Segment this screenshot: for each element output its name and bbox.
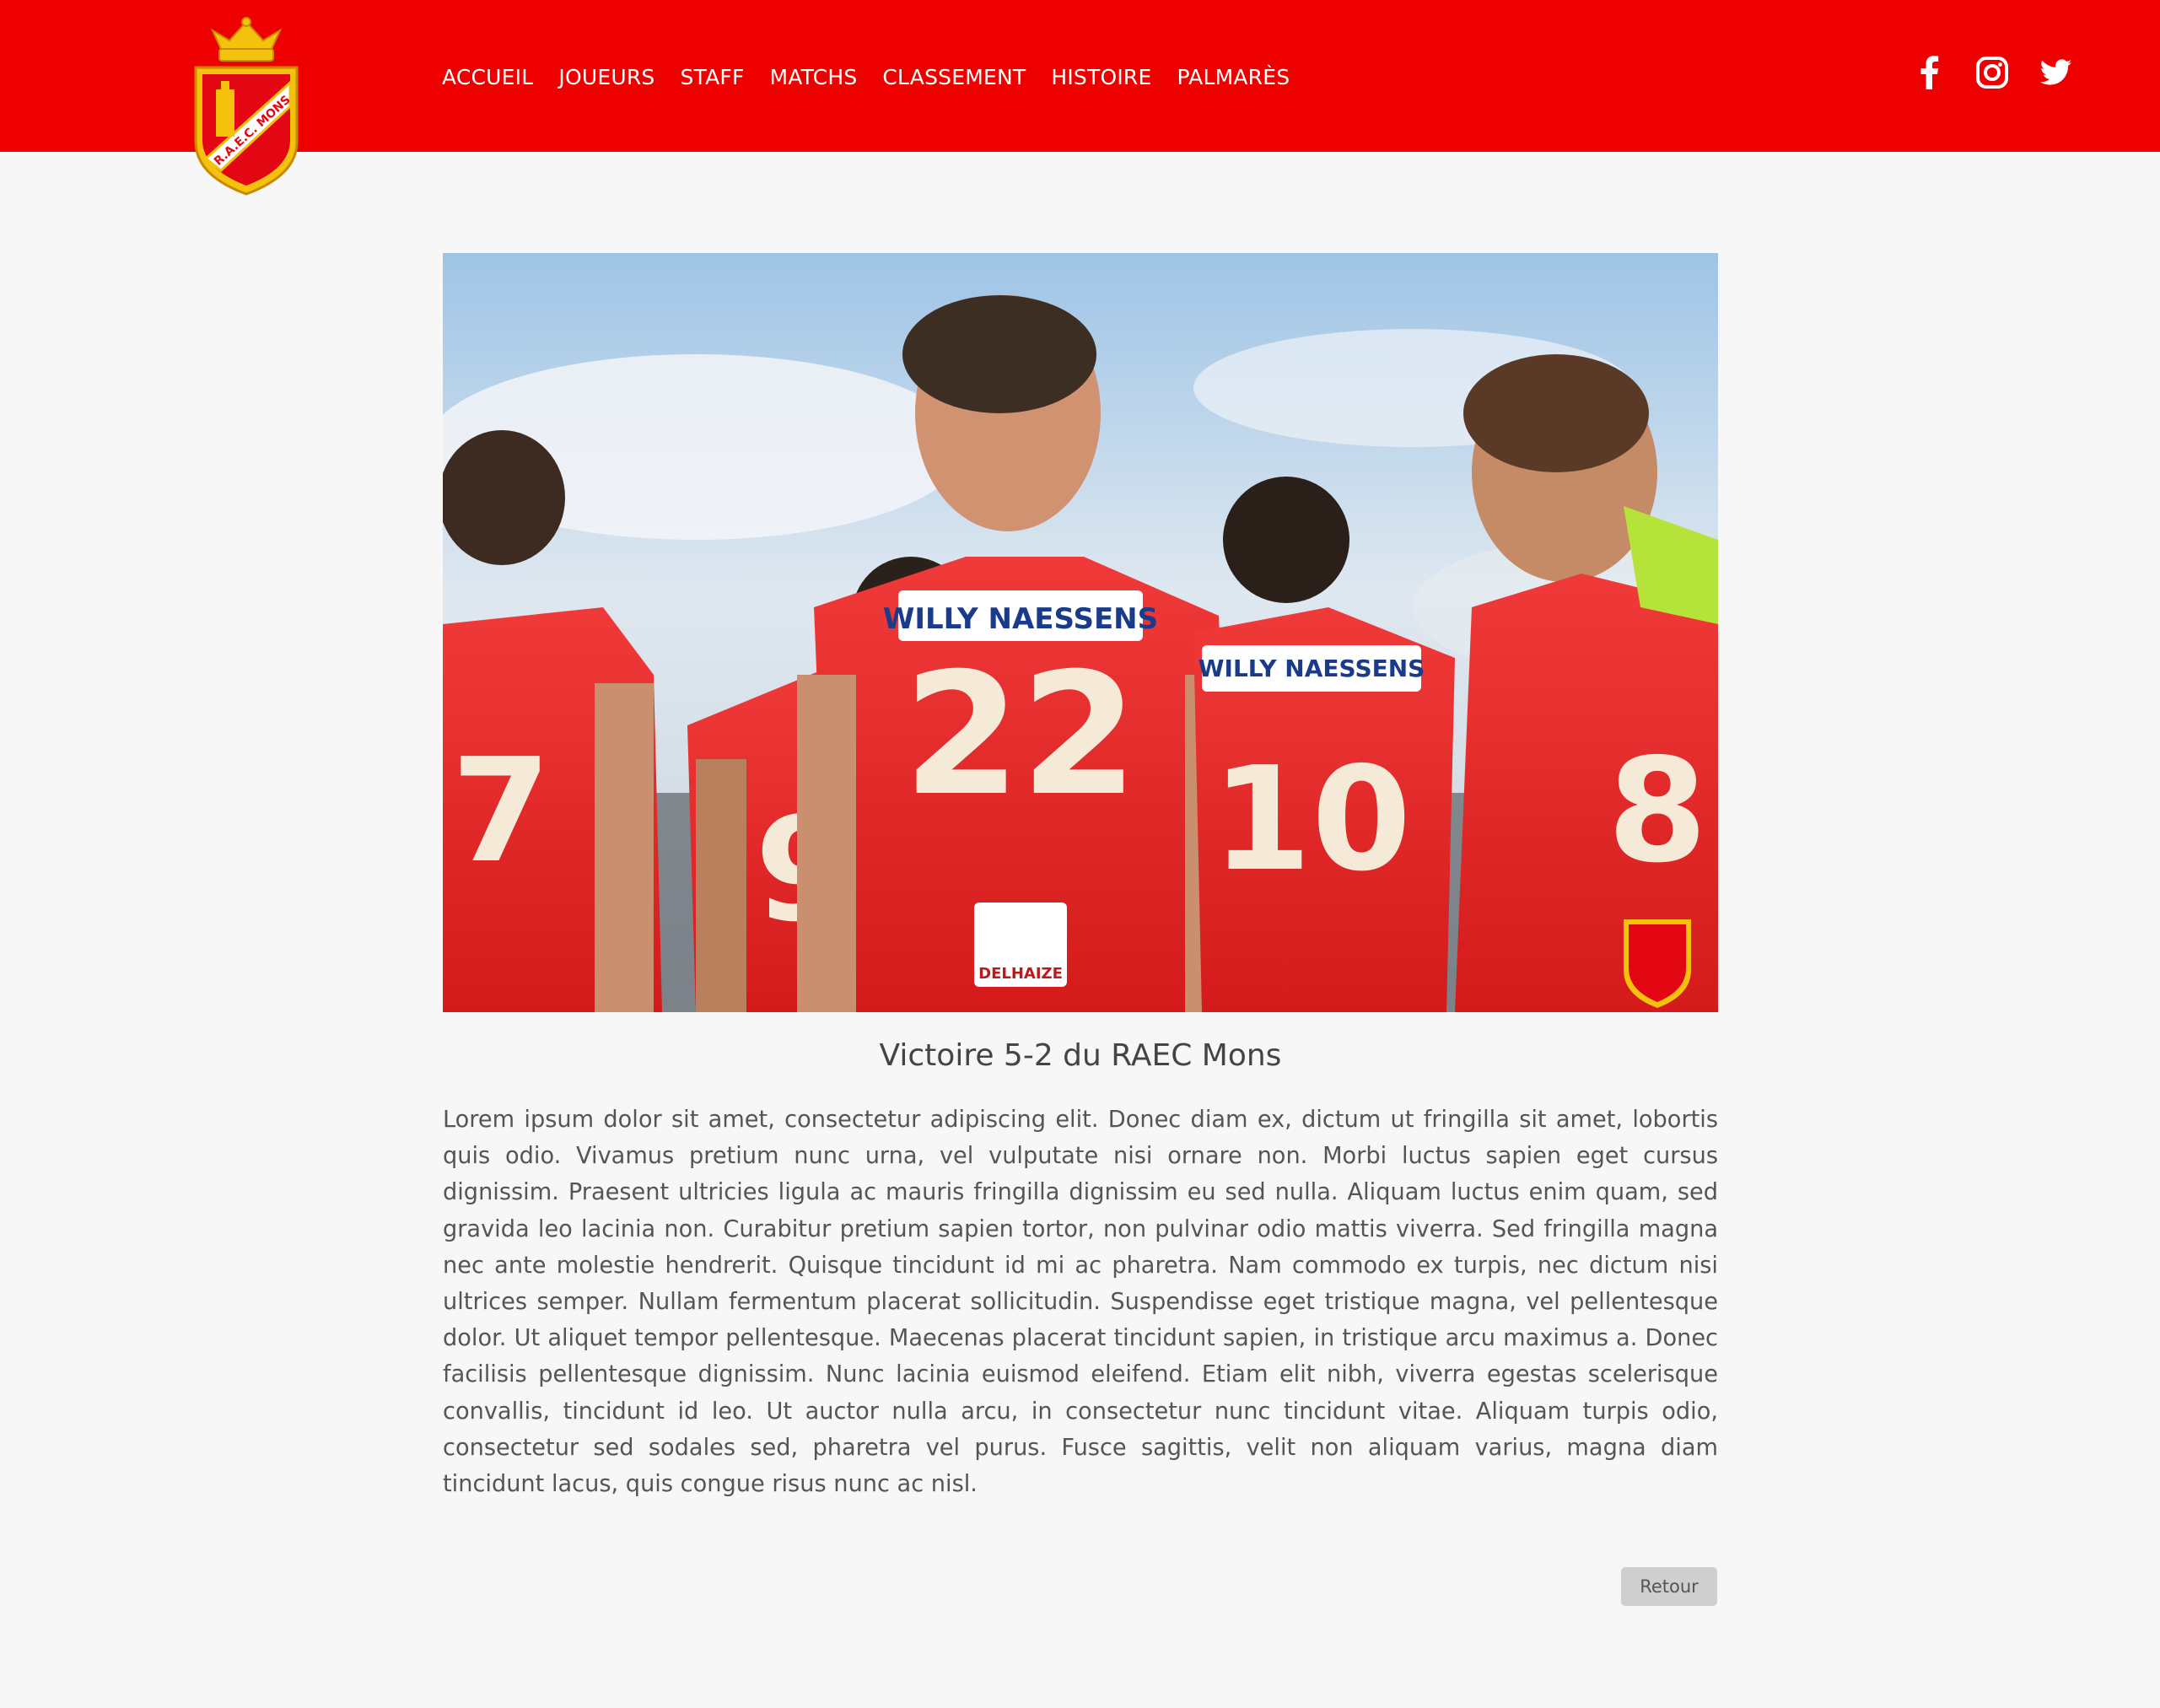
nav-item-palmares[interactable]: PALMARÈS <box>1177 59 1290 96</box>
facebook-link[interactable] <box>1910 52 1950 93</box>
svg-text:22: 22 <box>903 637 1138 833</box>
nav-item-classement[interactable]: CLASSEMENT <box>882 59 1026 96</box>
nav-item-histoire[interactable]: HISTOIRE <box>1051 59 1151 96</box>
svg-text:WILLY NAESSENS: WILLY NAESSENS <box>1199 655 1425 682</box>
svg-text:WILLY NAESSENS: WILLY NAESSENS <box>883 602 1158 636</box>
nav-item-accueil[interactable]: ACCUEIL <box>442 59 533 96</box>
team-photo: 7 9 WILLY NAESSENS 22 DELHAIZE <box>443 253 1718 1012</box>
nav-item-staff[interactable]: STAFF <box>680 59 744 96</box>
crown-icon <box>210 17 283 62</box>
svg-text:8: 8 <box>1608 728 1707 895</box>
twitter-link[interactable] <box>2036 52 2077 93</box>
instagram-link[interactable] <box>1972 52 2012 93</box>
article-title: Victoire 5-2 du RAEC Mons <box>879 1038 1282 1073</box>
back-button[interactable]: Retour <box>1621 1567 1717 1606</box>
facebook-icon <box>1920 56 1939 89</box>
article-body: Lorem ipsum dolor sit amet, consectetur … <box>443 1107 1718 1498</box>
club-logo[interactable]: R.A.E.C. MONS <box>187 15 305 199</box>
nav-item-matchs[interactable]: MATCHS <box>770 59 858 96</box>
twitter-icon <box>2040 59 2072 85</box>
svg-text:DELHAIZE: DELHAIZE <box>978 965 1063 983</box>
instagram-icon <box>1976 57 2008 89</box>
club-crest-logo-icon: R.A.E.C. MONS <box>194 17 299 196</box>
main-nav: ACCUEIL JOUEURS STAFF MATCHS CLASSEMENT … <box>442 59 1315 96</box>
article-image: 7 9 WILLY NAESSENS 22 DELHAIZE <box>443 253 1718 1012</box>
svg-text:10: 10 <box>1212 736 1412 903</box>
svg-text:7: 7 <box>451 728 551 895</box>
nav-item-joueurs[interactable]: JOUEURS <box>558 59 654 96</box>
